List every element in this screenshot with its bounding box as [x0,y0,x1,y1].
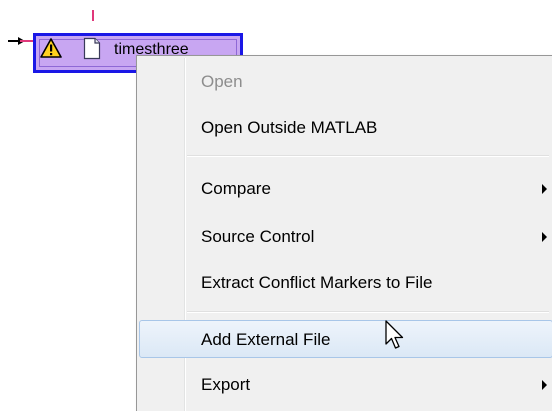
menu-item-source-control[interactable]: Source Control [139,219,552,255]
file-icon [83,37,101,60]
menu-item-open-label: Open [201,72,243,91]
menu-item-compare-label: Compare [201,179,271,198]
menu-item-extract-conflict-markers[interactable]: Extract Conflict Markers to File [139,265,552,301]
menu-item-export-label: Export [201,375,251,394]
menu-item-extract-conflict-markers-label: Extract Conflict Markers to File [201,273,433,292]
menu-separator [187,155,549,157]
menu-item-open-outside-matlab[interactable]: Open Outside MATLAB [139,110,552,146]
submenu-arrow-icon [542,380,547,390]
menu-item-compare[interactable]: Compare [139,171,552,207]
submenu-arrow-icon [542,232,547,242]
context-menu: Open Open Outside MATLAB Compare Source … [136,55,552,411]
connector-line [92,10,94,21]
menu-item-open: Open [139,64,552,100]
canvas: timesthree Open Open Outside MATLAB Comp… [0,0,552,411]
menu-item-add-external-file-label: Add External File [201,330,331,349]
mouse-pointer-icon [385,320,404,349]
menu-item-open-outside-matlab-label: Open Outside MATLAB [201,118,378,137]
submenu-arrow-icon [542,184,547,194]
menu-separator [187,311,549,313]
menu-item-add-external-file[interactable]: Add External File [139,320,552,358]
menu-item-source-control-label: Source Control [201,227,315,246]
menu-item-export[interactable]: Export [139,367,552,403]
warning-icon [40,38,62,58]
